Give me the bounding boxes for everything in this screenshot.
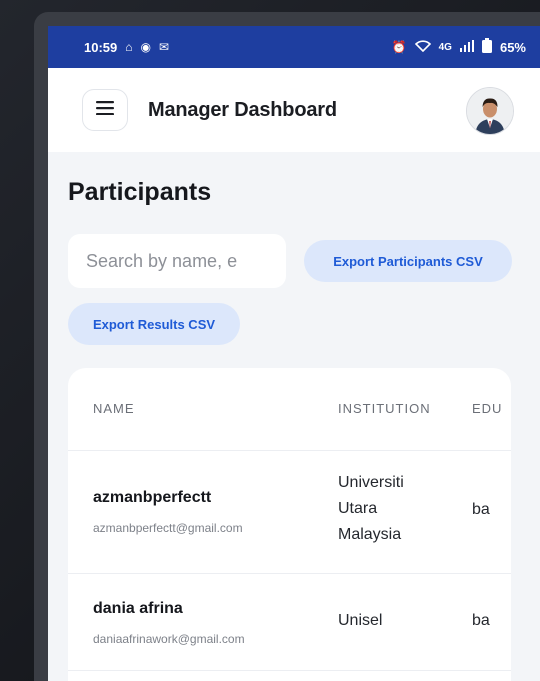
alarm-icon: ⏰	[391, 40, 407, 54]
network-label: 4G	[438, 41, 452, 53]
wifi-icon	[414, 39, 431, 55]
battery-percent: 65%	[499, 39, 526, 55]
participants-table: NAME INSTITUTION EDU azmanbperfectt azma…	[68, 368, 511, 681]
battery-icon	[481, 38, 492, 56]
participant-email: daniaafrinawork@gmail.com	[93, 632, 245, 646]
phone-frame: 10:59 ⌂ ◉ ✉ ⏰ 4G 65% Manager Dashboard P…	[34, 12, 540, 681]
column-header-name[interactable]: NAME	[93, 401, 135, 416]
column-header-education[interactable]: EDU	[472, 401, 511, 416]
export-results-csv-button[interactable]: Export Results CSV	[68, 303, 240, 345]
gmail-icon: ✉	[158, 40, 170, 54]
table-header: NAME INSTITUTION EDU	[68, 368, 511, 451]
institution-line: Malaysia	[338, 526, 402, 543]
participant-education: ba	[472, 612, 490, 629]
user-avatar[interactable]	[466, 87, 514, 135]
page-title: Participants	[68, 178, 212, 206]
signal-4g-icon	[459, 39, 474, 55]
status-bar: 10:59 ⌂ ◉ ✉ ⏰ 4G 65%	[48, 26, 540, 68]
participant-name: azmanbperfectt	[93, 489, 212, 506]
hamburger-menu-icon	[96, 100, 114, 120]
status-left: 10:59 ⌂ ◉ ✉	[84, 40, 169, 55]
home-outline-icon: ⌂	[125, 40, 133, 54]
menu-button[interactable]	[82, 89, 128, 131]
table-row[interactable]: azmanbperfectt azmanbperfectt@gmail.com …	[68, 451, 511, 574]
search-input[interactable]	[68, 234, 286, 288]
institution-line: Utara	[338, 500, 378, 517]
table-row[interactable]: dania afrina daniaafrinawork@gmail.com U…	[68, 574, 511, 671]
participant-institution: Unisel	[338, 608, 438, 634]
status-time: 10:59	[84, 39, 118, 55]
app-screen: 10:59 ⌂ ◉ ✉ ⏰ 4G 65% Manager Dashboard P…	[48, 26, 540, 681]
institution-line: Universiti	[338, 474, 404, 491]
participant-institution: Universiti Utara Malaysia	[338, 470, 438, 548]
participant-email: azmanbperfectt@gmail.com	[93, 521, 243, 535]
status-right: ⏰ 4G 65%	[392, 38, 526, 56]
export-participants-csv-button[interactable]: Export Participants CSV	[304, 240, 512, 282]
app-title: Manager Dashboard	[148, 98, 337, 121]
settings-dot-icon: ◉	[140, 40, 151, 54]
table-row[interactable]	[68, 671, 511, 681]
participant-name: dania afrina	[93, 600, 183, 617]
main-content: Participants Export Participants CSV Exp…	[68, 152, 540, 681]
column-header-institution[interactable]: INSTITUTION	[338, 401, 431, 416]
participant-education: ba	[472, 501, 490, 518]
institution-line: Unisel	[338, 612, 383, 629]
app-bar: Manager Dashboard	[48, 68, 540, 152]
